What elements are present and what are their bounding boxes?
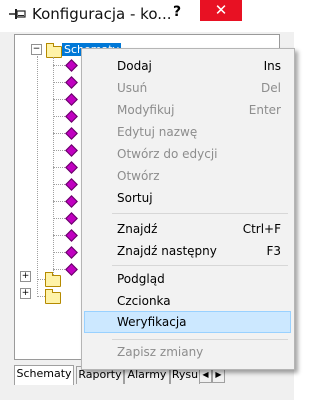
schema-item-icon[interactable]: [65, 93, 78, 106]
menu-item-label: Weryfikacja: [117, 315, 187, 329]
menu-item-label: Znajdź następny: [117, 244, 217, 258]
schema-item-icon[interactable]: [65, 229, 78, 242]
schema-item-icon[interactable]: [65, 161, 78, 174]
menu-item-sortuj[interactable]: Sortuj: [84, 187, 291, 209]
menu-item-label: Usuń: [117, 81, 148, 95]
menu-item-label: Znajdź: [117, 222, 158, 236]
menu-item-modyfikuj[interactable]: Modyfikuj Enter: [84, 99, 291, 121]
window-title: Konfiguracja - ko...: [32, 5, 172, 23]
menu-item-shortcut: F3: [266, 244, 281, 258]
schema-item-icon[interactable]: [65, 59, 78, 72]
schema-item-icon[interactable]: [65, 110, 78, 123]
menu-item-otworz-do-edycji[interactable]: Otwórz do edycji: [84, 143, 291, 165]
schema-item-icon[interactable]: [65, 127, 78, 140]
menu-item-label: Otwórz do edycji: [117, 147, 218, 161]
folder-icon[interactable]: [45, 272, 61, 287]
menu-item-label: Zapisz zmiany: [117, 345, 204, 359]
menu-separator: [112, 213, 288, 214]
schema-item-icon[interactable]: [65, 212, 78, 225]
menu-item-dodaj[interactable]: Dodaj Ins: [84, 55, 291, 77]
help-button[interactable]: ?: [167, 3, 187, 21]
menu-item-label: Modyfikuj: [117, 103, 175, 117]
pin-icon: [9, 9, 26, 19]
menu-item-label: Czcionka: [117, 294, 171, 308]
menu-item-shortcut: Del: [261, 81, 281, 95]
schema-item-icon[interactable]: [65, 246, 78, 259]
expand-toggle[interactable]: +: [20, 288, 31, 299]
tree-connector: [53, 57, 54, 275]
title-bar[interactable]: Konfiguracja - ko... ? ✕: [0, 0, 294, 32]
menu-item-edytuj-nazwe[interactable]: Edytuj nazwę: [84, 121, 291, 143]
menu-item-label: Otwórz: [117, 169, 160, 183]
menu-item-label: Podgląd: [117, 272, 165, 286]
expand-toggle[interactable]: +: [20, 271, 31, 282]
schema-item-icon[interactable]: [65, 76, 78, 89]
menu-item-shortcut: Ctrl+F: [242, 222, 281, 236]
menu-item-label: Dodaj: [117, 59, 152, 73]
collapse-toggle[interactable]: −: [31, 44, 42, 55]
menu-item-shortcut: Ins: [263, 59, 281, 73]
schema-item-icon[interactable]: [65, 195, 78, 208]
close-icon: ✕: [214, 1, 228, 19]
tree-connector: [37, 56, 38, 294]
menu-item-label: Sortuj: [117, 191, 153, 205]
folder-icon[interactable]: [45, 289, 61, 304]
menu-item-znajdz-nastepny[interactable]: Znajdź następny F3: [84, 240, 291, 262]
menu-item-label: Edytuj nazwę: [117, 125, 198, 139]
menu-separator: [112, 339, 288, 340]
schema-item-icon[interactable]: [65, 263, 78, 276]
schema-item-icon[interactable]: [65, 178, 78, 191]
menu-item-weryfikacja[interactable]: Weryfikacja: [84, 311, 291, 333]
menu-item-usun[interactable]: Usuń Del: [84, 77, 291, 99]
schema-item-icon[interactable]: [65, 144, 78, 157]
menu-item-zapisz-zmiany[interactable]: Zapisz zmiany: [84, 341, 291, 363]
menu-item-czcionka[interactable]: Czcionka: [84, 290, 291, 312]
close-button[interactable]: ✕: [200, 0, 242, 21]
folder-open-icon: [46, 43, 62, 58]
menu-separator: [112, 265, 288, 266]
menu-item-otworz[interactable]: Otwórz: [84, 165, 291, 187]
tab-schematy[interactable]: Schematy: [14, 365, 74, 385]
menu-item-znajdz[interactable]: Znajdź Ctrl+F: [84, 218, 291, 240]
menu-item-podglad[interactable]: Podgląd: [84, 268, 291, 290]
menu-item-shortcut: Enter: [248, 103, 281, 117]
context-menu: Dodaj Ins Usuń Del Modyfikuj Enter Edytu…: [81, 48, 295, 370]
